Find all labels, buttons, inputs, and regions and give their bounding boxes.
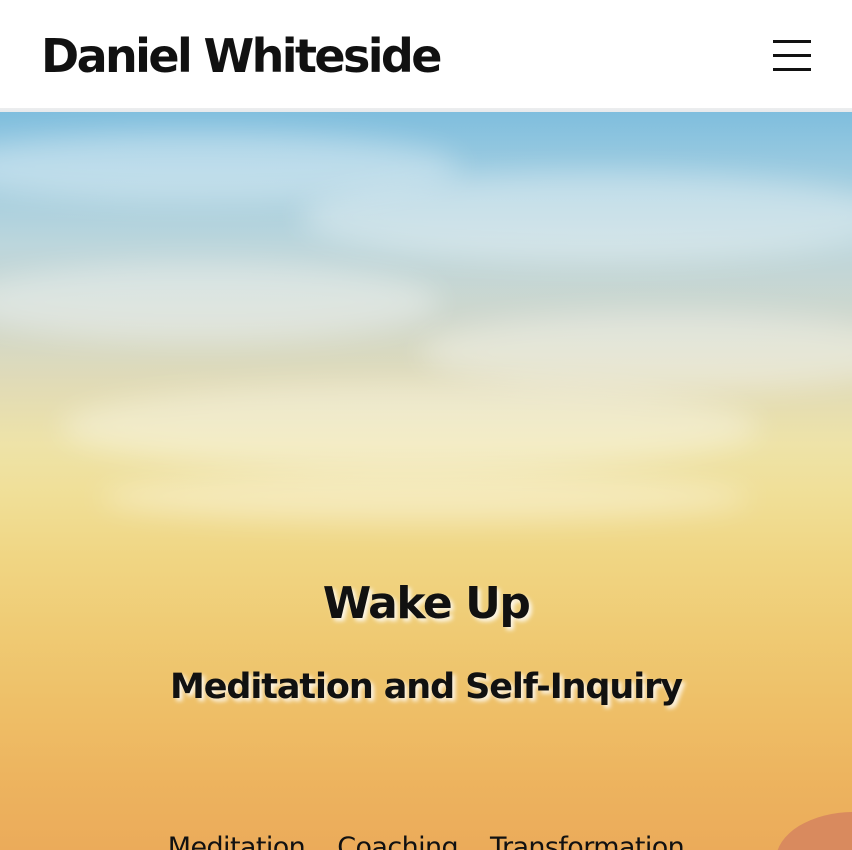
site-title-link[interactable]: Daniel Whiteside	[41, 26, 442, 86]
menu-icon-bar	[773, 68, 811, 71]
tagline-item-coaching: Coaching	[337, 832, 459, 850]
menu-button[interactable]	[766, 36, 818, 78]
cloud-decoration	[300, 172, 852, 262]
menu-icon-bar	[773, 54, 811, 57]
hero-title: Wake Up	[322, 578, 531, 629]
cloud-decoration	[420, 312, 852, 392]
cloud-decoration	[100, 472, 750, 522]
cloud-decoration	[60, 382, 760, 472]
tagline-item-transformation: Transformation	[490, 832, 685, 850]
site-header: Daniel Whiteside	[0, 0, 852, 108]
hero-tagline: Meditation Coaching Transformation	[0, 828, 852, 850]
hero-subtitle: Meditation and Self-Inquiry	[170, 667, 683, 707]
tagline-item-meditation: Meditation	[167, 832, 306, 850]
cloud-decoration	[0, 262, 440, 342]
menu-icon-bar	[773, 40, 811, 43]
hero-section: Wake Up Meditation and Self-Inquiry Medi…	[0, 112, 852, 850]
